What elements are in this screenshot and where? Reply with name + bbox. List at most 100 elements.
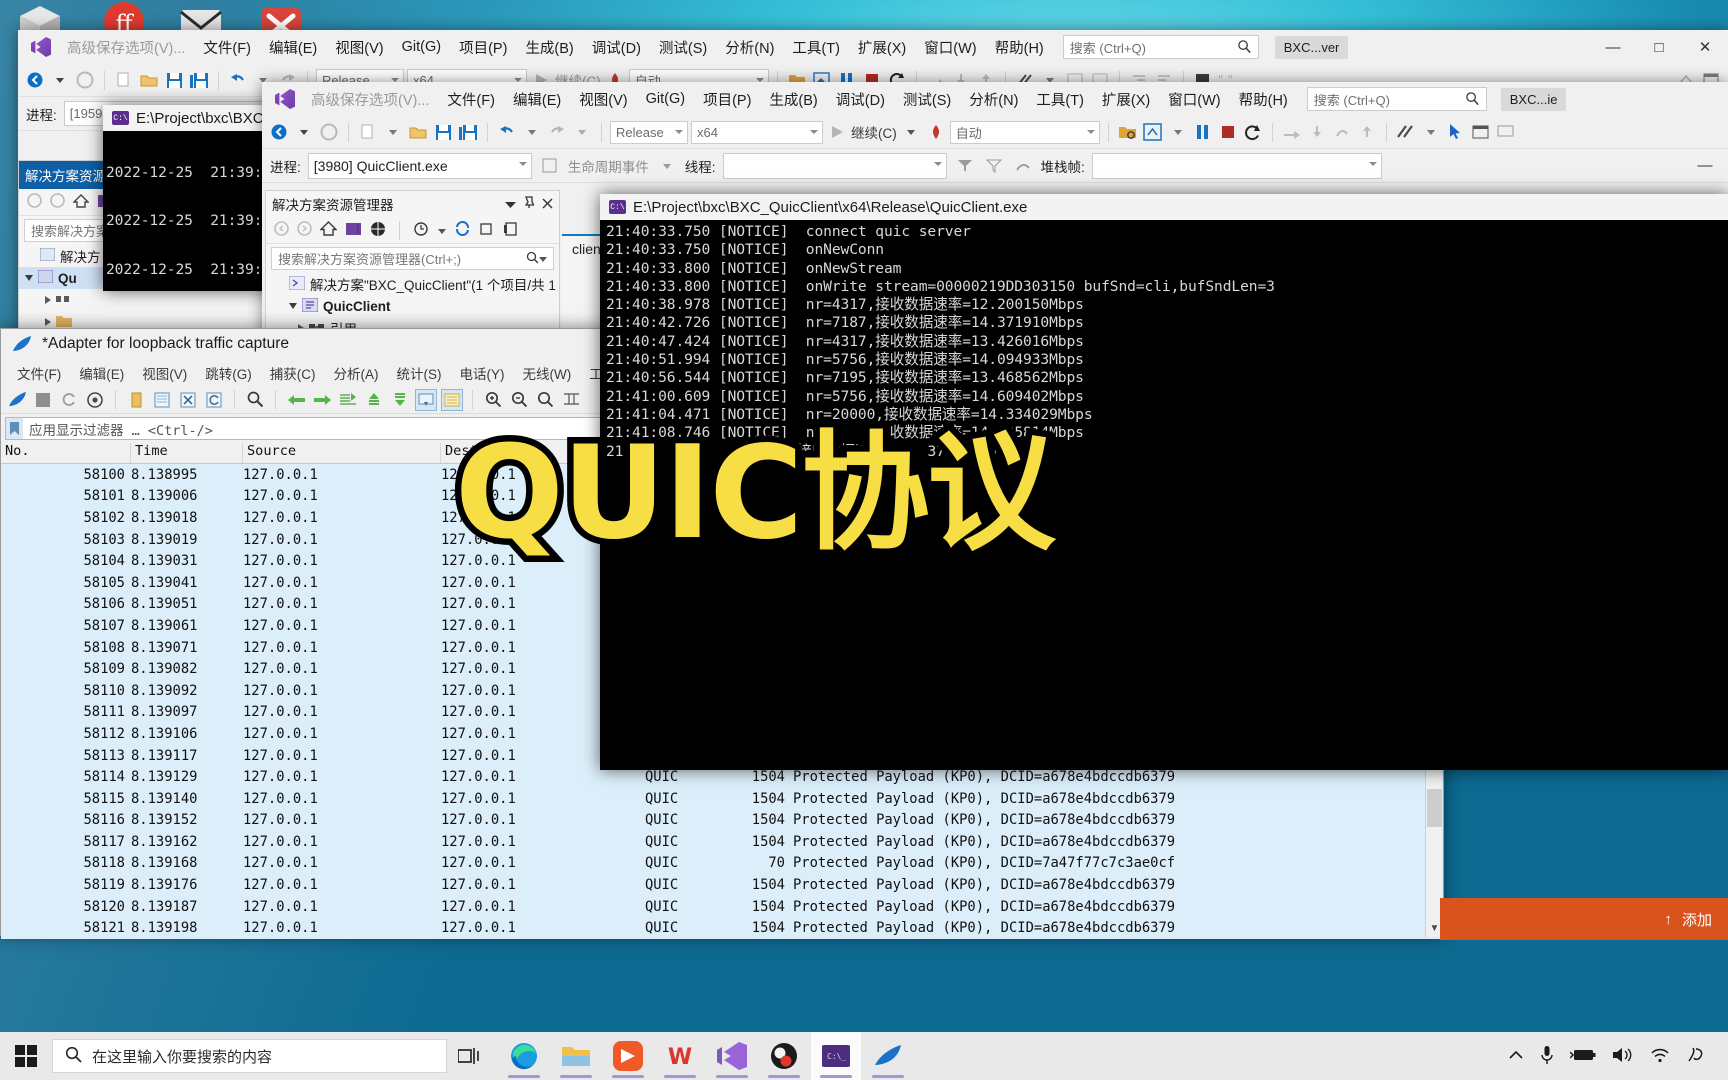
menu-item-extensions[interactable]: 扩展(X) <box>1093 85 1159 114</box>
menu-item-tools[interactable]: 工具(T) <box>783 33 849 62</box>
show-all-files-icon[interactable] <box>370 221 386 240</box>
go-to-packet-icon[interactable] <box>337 389 359 411</box>
menu-item-build[interactable]: 生成(B) <box>516 33 582 62</box>
home-icon[interactable] <box>319 221 338 239</box>
clear-filter-icon[interactable] <box>983 155 1005 177</box>
properties-icon[interactable] <box>503 221 519 239</box>
debug-target-icon[interactable] <box>1142 121 1164 143</box>
column-header-source[interactable]: Source <box>243 443 441 463</box>
menu-item-git[interactable]: Git(G) <box>637 87 694 111</box>
close-file-icon[interactable] <box>177 389 199 411</box>
menu-item-window[interactable]: 窗口(W) <box>915 33 985 62</box>
build-platform-select[interactable]: x64 <box>691 120 823 144</box>
add-bar[interactable]: ↑ 添加 <box>1440 898 1728 940</box>
table-row[interactable]: 58119 8.139176 127.0.0.1 127.0.0.1 QUIC 1504 P… <box>1 874 1443 896</box>
vs-back-search-input[interactable]: 搜索 (Ctrl+Q) <box>1062 35 1259 59</box>
step-out-icon[interactable] <box>1356 121 1378 143</box>
console-window-back[interactable]: C:\ E:\Project\bxc\BXC 2022-12-25 21:39:… <box>103 105 285 291</box>
vs-front-solution-explorer-header[interactable]: 解决方案资源管理器 <box>266 191 559 217</box>
save-file-icon[interactable] <box>151 389 173 411</box>
menu-item-test[interactable]: 测试(S) <box>894 85 960 114</box>
stop-icon[interactable] <box>1217 121 1239 143</box>
undo-dropdown-icon[interactable] <box>521 121 543 143</box>
start-debug-icon[interactable] <box>826 121 848 143</box>
forward-arrow-icon[interactable] <box>297 221 312 239</box>
bookmark-icon[interactable] <box>6 418 23 439</box>
pin-icon[interactable] <box>524 196 536 212</box>
undo-icon[interactable] <box>496 121 518 143</box>
build-configuration-select[interactable]: Release <box>610 120 688 144</box>
flatten-icon[interactable] <box>1012 155 1034 177</box>
add-bar-label[interactable]: 添加 <box>1682 909 1712 930</box>
start-capture-icon[interactable] <box>6 389 28 411</box>
capture-options-icon[interactable] <box>84 389 106 411</box>
colorize-icon[interactable] <box>441 388 463 411</box>
menu-item-edit[interactable]: 编辑(E) <box>504 85 570 114</box>
taskbar-search-input[interactable]: 在这里输入你要搜索的内容 <box>52 1039 447 1073</box>
breakpoints-dropdown-icon[interactable] <box>1420 121 1442 143</box>
vs-front-solution-root-node[interactable]: 解决方案"BXC_QuicClient"(1 个项目/共 1 <box>266 273 559 295</box>
thread-select[interactable] <box>722 152 947 179</box>
navigate-back-icon[interactable] <box>268 121 290 143</box>
vs-back-account-tag[interactable]: BXC...ver <box>1274 35 1349 59</box>
table-row[interactable]: 58121 8.139198 127.0.0.1 127.0.0.1 QUIC 1504 P… <box>1 917 1443 940</box>
back-arrow-icon[interactable] <box>274 221 289 239</box>
continue-dropdown-icon[interactable] <box>900 121 922 143</box>
new-item-dropdown-icon[interactable] <box>382 121 404 143</box>
save-all-icon[interactable] <box>457 121 479 143</box>
microphone-icon[interactable] <box>1540 1045 1554 1068</box>
table-row[interactable]: 58116 8.139152 127.0.0.1 127.0.0.1 QUIC 1504 P… <box>1 809 1443 832</box>
ws-menu-go[interactable]: 跳转(G) <box>197 361 260 385</box>
taskbar-app-list[interactable]: W C:\_ <box>499 1032 913 1080</box>
new-item-icon[interactable] <box>113 69 135 91</box>
menu-item-extensions[interactable]: 扩展(X) <box>849 33 915 62</box>
ws-menu-file[interactable]: 文件(F) <box>9 361 69 385</box>
navigate-forward-icon[interactable] <box>74 69 96 91</box>
refresh-icon[interactable] <box>454 221 471 239</box>
go-first-packet-icon[interactable] <box>363 389 385 411</box>
console-front-titlebar[interactable]: C:\ E:\Project\bxc\BXC_QuicClient\x64\Re… <box>600 194 1728 220</box>
ws-menu-statistics[interactable]: 统计(S) <box>389 361 450 385</box>
resize-columns-icon[interactable] <box>560 389 582 411</box>
save-all-icon[interactable] <box>188 69 210 91</box>
battery-icon[interactable] <box>1569 1048 1596 1065</box>
process-select[interactable]: [3980] QuicClient.exe <box>307 152 532 179</box>
save-icon[interactable] <box>163 69 185 91</box>
find-packet-icon[interactable] <box>244 389 266 411</box>
open-file-icon[interactable] <box>125 389 147 411</box>
taskbar-app-file-explorer[interactable] <box>551 1032 601 1080</box>
vs-front-solution-search-input[interactable]: 搜索解决方案资源管理器(Ctrl+;) <box>271 247 554 270</box>
stop-capture-icon[interactable] <box>32 389 54 411</box>
collapse-all-icon[interactable] <box>479 222 495 239</box>
lifecycle-events-icon[interactable] <box>539 155 561 177</box>
table-row[interactable]: 58120 8.139187 127.0.0.1 127.0.0.1 QUIC 1504 P… <box>1 895 1443 918</box>
taskbar-app-console[interactable]: C:\_ <box>811 1032 861 1080</box>
wifi-icon[interactable] <box>1650 1047 1670 1066</box>
lifecycle-dropdown-icon[interactable] <box>656 155 678 177</box>
task-view-icon[interactable] <box>447 1032 491 1080</box>
debug-target-dropdown-icon[interactable] <box>1167 121 1189 143</box>
comment-icon[interactable] <box>1495 121 1517 143</box>
column-header-no[interactable]: No. <box>1 443 131 463</box>
vs-front-project-node[interactable]: QuicClient <box>266 295 559 317</box>
breakpoints-icon[interactable] <box>1395 121 1417 143</box>
continue-button-label[interactable]: 继续(C) <box>851 122 897 142</box>
vs-front-process-row[interactable]: 进程: [3980] QuicClient.exe 生命周期事件 线程: 堆栈帧… <box>262 149 1728 183</box>
taskbar-app-wps[interactable]: W <box>655 1032 705 1080</box>
menu-item-tools[interactable]: 工具(T) <box>1027 85 1093 114</box>
save-icon[interactable] <box>432 121 454 143</box>
zoom-out-icon[interactable] <box>508 389 530 411</box>
go-back-icon[interactable] <box>285 389 307 411</box>
reload-file-icon[interactable] <box>203 389 225 411</box>
navigate-back-dropdown-icon[interactable] <box>49 69 71 91</box>
navigate-back-dropdown-icon[interactable] <box>293 121 315 143</box>
menu-item-view[interactable]: 视图(V) <box>326 33 392 62</box>
window-maximize-button[interactable]: □ <box>1636 31 1682 63</box>
ws-menu-wireless[interactable]: 无线(W) <box>515 361 580 385</box>
menu-item-file[interactable]: 文件(F) <box>438 85 504 114</box>
vs-front-toolbar[interactable]: Release x64 继续(C) 自动 <box>262 116 1728 149</box>
menu-item-git[interactable]: Git(G) <box>393 35 450 59</box>
forward-arrow-icon[interactable] <box>50 193 65 211</box>
table-row[interactable]: 58115 8.139140 127.0.0.1 127.0.0.1 QUIC 1504 P… <box>1 787 1443 810</box>
lifecycle-events-label[interactable]: 生命周期事件 <box>568 156 649 176</box>
